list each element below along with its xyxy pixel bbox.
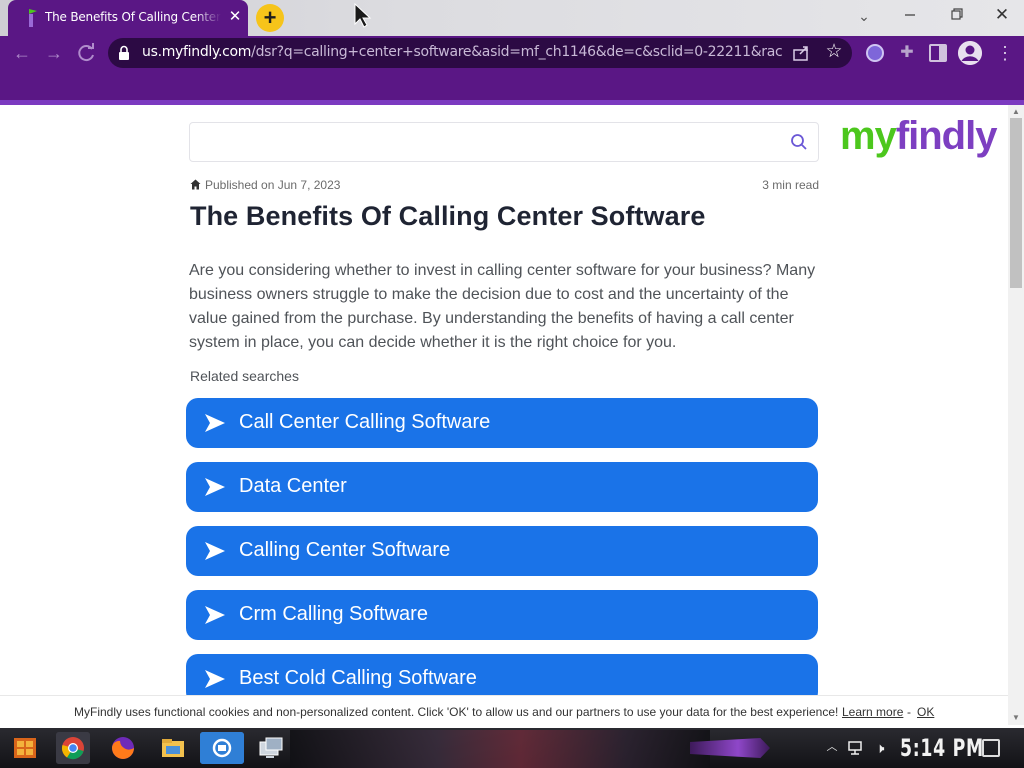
arrow-right-icon <box>205 478 225 496</box>
tab-close-icon[interactable]: ✕ <box>226 8 244 26</box>
url-path: /dsr?q=calling+center+software&asid=mf_c… <box>251 44 782 60</box>
article-body: Are you considering whether to invest in… <box>189 262 816 351</box>
profile-avatar-icon[interactable] <box>958 41 982 65</box>
mouse-cursor-icon <box>354 2 372 28</box>
published-date: Published on Jun 7, 2023 <box>205 178 341 192</box>
volume-icon[interactable]: 🕨 <box>870 739 890 757</box>
related-search-button[interactable]: Call Center Calling Software <box>186 398 818 448</box>
scroll-up-arrow-icon[interactable]: ▲ <box>1011 107 1021 117</box>
window-close-icon[interactable]: ✕ <box>990 4 1014 26</box>
url-host: us.myfindly.com <box>142 44 252 60</box>
home-icon <box>190 179 201 190</box>
share-icon[interactable] <box>792 44 810 62</box>
related-searches-label: Related searches <box>190 368 299 384</box>
taskbar-background-art <box>290 730 710 768</box>
back-arrow-icon[interactable]: ← <box>9 40 35 66</box>
arrow-right-icon <box>205 670 225 688</box>
extensions-puzzle-icon[interactable]: ✚ <box>897 43 917 63</box>
related-search-label: Calling Center Software <box>239 539 451 561</box>
tab-title: The Benefits Of Calling Center Software <box>45 10 221 24</box>
reload-icon[interactable] <box>74 40 100 66</box>
cookie-separator: - <box>907 705 911 719</box>
related-search-button[interactable]: Crm Calling Software <box>186 590 818 640</box>
search-input[interactable] <box>189 122 819 162</box>
bookmark-star-icon[interactable]: ☆ <box>824 41 844 63</box>
scrollbar-thumb[interactable] <box>1010 118 1022 288</box>
file-explorer-icon[interactable] <box>156 732 190 764</box>
cookie-learn-more-link[interactable]: Learn more <box>842 705 903 719</box>
firefox-taskbar-icon[interactable] <box>106 732 140 764</box>
myfindly-logo[interactable]: myfindly <box>840 114 998 159</box>
logo-part-findly: findly <box>895 114 998 158</box>
browser-menu-icon[interactable]: ⋮ <box>996 43 1014 63</box>
tab-search-chevron-icon[interactable]: ⌄ <box>854 6 874 26</box>
cookie-ok-link[interactable]: OK <box>917 705 934 719</box>
related-search-button[interactable]: Calling Center Software <box>186 526 818 576</box>
cookie-message: MyFindly uses functional cookies and non… <box>74 705 839 719</box>
url-text[interactable]: us.myfindly.com/dsr?q=calling+center+sof… <box>142 44 782 60</box>
network-icon[interactable] <box>846 740 864 756</box>
side-panel-icon[interactable] <box>929 44 947 62</box>
logo-part-my: my <box>840 114 897 158</box>
related-search-label: Data Center <box>239 475 347 497</box>
chrome-taskbar-icon[interactable] <box>56 732 90 764</box>
related-search-label: Crm Calling Software <box>239 603 428 625</box>
tab-active[interactable]: The Benefits Of Calling Center Software … <box>8 0 248 36</box>
lock-icon[interactable] <box>118 45 130 61</box>
related-search-label: Best Cold Calling Software <box>239 667 477 689</box>
read-time: 3 min read <box>762 178 819 192</box>
window-restore-icon[interactable] <box>944 4 968 26</box>
scroll-down-arrow-icon[interactable]: ▼ <box>1011 713 1021 723</box>
extension-icon[interactable] <box>866 44 884 62</box>
tray-expand-chevron-icon[interactable]: ︿ <box>826 740 838 754</box>
arrow-right-icon <box>205 414 225 432</box>
active-app-taskbar-icon[interactable] <box>200 732 244 764</box>
taskbar-clock[interactable]: 5:14 PM <box>900 734 984 762</box>
display-settings-icon[interactable] <box>254 732 288 764</box>
arrow-right-icon <box>205 542 225 560</box>
article-title: The Benefits Of Calling Center Software <box>190 201 706 231</box>
new-tab-button[interactable]: + <box>256 4 284 32</box>
forward-arrow-icon[interactable]: → <box>41 40 67 66</box>
related-search-label: Call Center Calling Software <box>239 411 491 433</box>
notifications-icon[interactable] <box>982 739 1000 757</box>
related-search-button[interactable]: Data Center <box>186 462 818 512</box>
start-button-icon[interactable] <box>8 732 42 764</box>
arrow-right-icon <box>205 606 225 624</box>
myfindly-favicon-icon <box>29 9 37 27</box>
search-icon[interactable] <box>790 133 808 151</box>
window-minimize-icon[interactable] <box>898 4 922 26</box>
